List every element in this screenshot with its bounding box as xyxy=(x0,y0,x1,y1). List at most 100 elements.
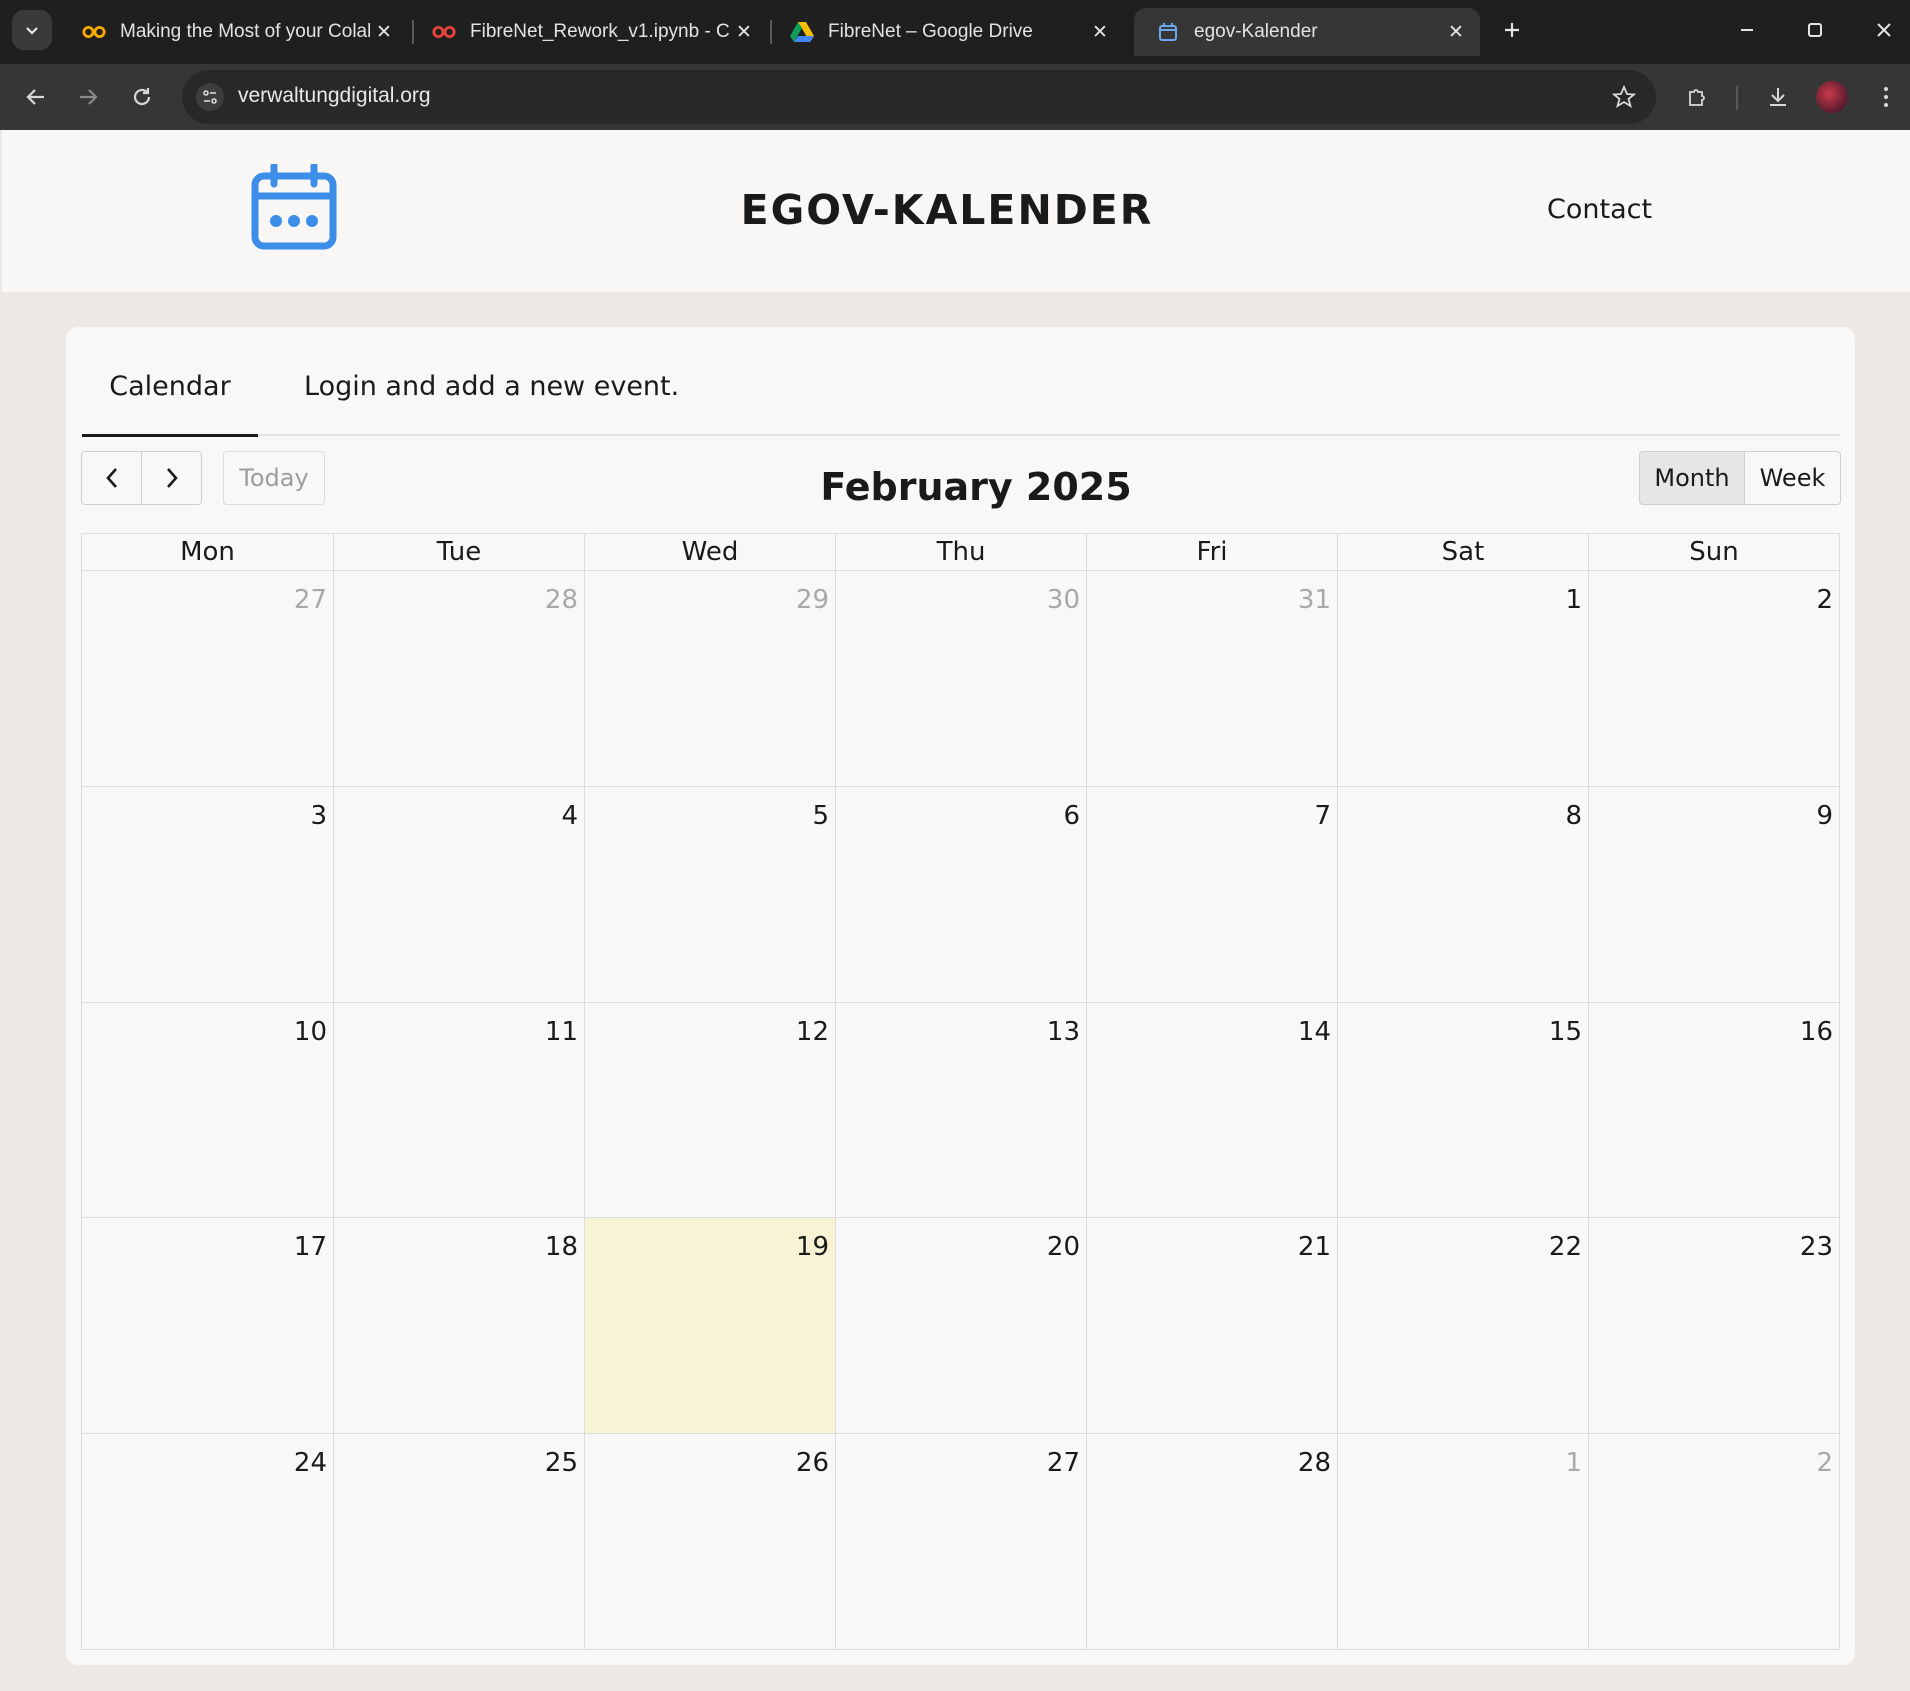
day-cell[interactable]: 18 xyxy=(333,1218,584,1434)
day-number[interactable]: 25 xyxy=(545,1448,578,1478)
day-number[interactable]: 12 xyxy=(796,1017,829,1047)
browser-tab[interactable]: Making the Most of your Colab ✕ xyxy=(60,8,408,56)
day-cell[interactable]: 20 xyxy=(835,1218,1086,1434)
month-view-button[interactable]: Month xyxy=(1639,451,1745,505)
day-number[interactable]: 3 xyxy=(310,801,327,831)
browser-menu-button[interactable] xyxy=(1866,77,1906,117)
day-cell[interactable]: 7 xyxy=(1086,786,1337,1002)
day-number[interactable]: 1 xyxy=(1565,585,1582,615)
tab-calendar[interactable]: Calendar xyxy=(82,371,258,437)
day-cell[interactable]: 1 xyxy=(1337,1434,1588,1650)
next-month-button[interactable] xyxy=(141,451,202,505)
close-window-button[interactable] xyxy=(1862,10,1906,50)
day-cell[interactable]: 29 xyxy=(584,571,835,786)
forward-button[interactable] xyxy=(68,77,108,117)
day-cell[interactable]: 25 xyxy=(333,1434,584,1650)
day-number[interactable]: 11 xyxy=(545,1017,578,1047)
day-number[interactable]: 20 xyxy=(1047,1232,1080,1262)
day-cell[interactable]: 11 xyxy=(333,1002,584,1218)
reload-button[interactable] xyxy=(122,77,162,117)
day-number[interactable]: 10 xyxy=(294,1017,327,1047)
day-cell[interactable]: 5 xyxy=(584,786,835,1002)
day-number[interactable]: 27 xyxy=(1047,1448,1080,1478)
extensions-button[interactable] xyxy=(1678,77,1718,117)
tab-search-button[interactable] xyxy=(12,10,52,50)
close-icon[interactable]: ✕ xyxy=(1086,18,1114,46)
day-number[interactable]: 26 xyxy=(796,1448,829,1478)
day-cell[interactable]: 24 xyxy=(82,1434,333,1650)
day-cell[interactable]: 12 xyxy=(584,1002,835,1218)
day-number[interactable]: 5 xyxy=(812,801,829,831)
day-cell[interactable]: 27 xyxy=(82,571,333,786)
day-number[interactable]: 16 xyxy=(1800,1017,1833,1047)
close-icon[interactable]: ✕ xyxy=(1442,18,1470,46)
day-number[interactable]: 2 xyxy=(1816,1448,1833,1478)
day-cell[interactable]: 15 xyxy=(1337,1002,1588,1218)
close-icon[interactable]: ✕ xyxy=(730,18,758,46)
browser-tab-active[interactable]: egov-Kalender ✕ xyxy=(1134,8,1480,56)
day-cell[interactable]: 27 xyxy=(835,1434,1086,1650)
day-cell[interactable]: 30 xyxy=(835,571,1086,786)
day-number[interactable]: 30 xyxy=(1047,585,1080,615)
day-number[interactable]: 7 xyxy=(1314,801,1331,831)
day-cell[interactable]: 10 xyxy=(82,1003,333,1218)
address-bar[interactable]: verwaltungdigital.org xyxy=(182,70,1656,124)
browser-tab[interactable]: FibreNet – Google Drive ✕ xyxy=(768,8,1124,56)
day-number[interactable]: 27 xyxy=(294,585,327,615)
day-number[interactable]: 14 xyxy=(1298,1017,1331,1047)
day-number[interactable]: 28 xyxy=(545,585,578,615)
day-number[interactable]: 4 xyxy=(561,801,578,831)
day-cell[interactable]: 28 xyxy=(1086,1434,1337,1650)
day-cell[interactable]: 3 xyxy=(82,787,333,1002)
day-cell[interactable]: 1 xyxy=(1337,571,1588,786)
day-cell[interactable]: 13 xyxy=(835,1002,1086,1218)
day-cell[interactable]: 28 xyxy=(333,571,584,786)
day-cell[interactable]: 16 xyxy=(1588,1002,1839,1218)
day-cell[interactable]: 31 xyxy=(1086,571,1337,786)
profile-avatar[interactable] xyxy=(1816,81,1848,113)
address-url[interactable]: verwaltungdigital.org xyxy=(238,84,431,108)
day-cell[interactable]: 21 xyxy=(1086,1218,1337,1434)
site-settings-icon[interactable] xyxy=(196,83,224,111)
minimize-window-button[interactable] xyxy=(1725,10,1769,50)
day-number[interactable]: 19 xyxy=(796,1232,829,1262)
day-cell[interactable]: 2 xyxy=(1588,1434,1839,1650)
day-number[interactable]: 28 xyxy=(1298,1448,1331,1478)
day-cell[interactable]: 2 xyxy=(1588,571,1839,786)
week-view-button[interactable]: Week xyxy=(1744,451,1841,505)
day-cell[interactable]: 6 xyxy=(835,786,1086,1002)
day-cell[interactable]: 4 xyxy=(333,786,584,1002)
day-number[interactable]: 24 xyxy=(294,1448,327,1478)
day-cell-today[interactable]: 19 xyxy=(584,1218,835,1434)
close-icon[interactable]: ✕ xyxy=(370,18,398,46)
day-number[interactable]: 9 xyxy=(1816,801,1833,831)
bookmark-star-icon[interactable] xyxy=(1610,83,1638,111)
contact-link[interactable]: Contact xyxy=(1547,194,1652,225)
day-cell[interactable]: 23 xyxy=(1588,1218,1839,1434)
day-number[interactable]: 17 xyxy=(294,1232,327,1262)
day-number[interactable]: 18 xyxy=(545,1232,578,1262)
day-number[interactable]: 21 xyxy=(1298,1232,1331,1262)
day-number[interactable]: 2 xyxy=(1816,585,1833,615)
day-number[interactable]: 15 xyxy=(1549,1017,1582,1047)
tab-login-add-event[interactable]: Login and add a new event. xyxy=(304,371,679,402)
day-number[interactable]: 8 xyxy=(1565,801,1582,831)
day-number[interactable]: 6 xyxy=(1063,801,1080,831)
day-number[interactable]: 22 xyxy=(1549,1232,1582,1262)
day-number[interactable]: 1 xyxy=(1565,1448,1582,1478)
back-button[interactable] xyxy=(16,77,56,117)
day-cell[interactable]: 22 xyxy=(1337,1218,1588,1434)
day-cell[interactable]: 9 xyxy=(1588,786,1839,1002)
day-cell[interactable]: 26 xyxy=(584,1434,835,1650)
day-number[interactable]: 23 xyxy=(1800,1232,1833,1262)
prev-month-button[interactable] xyxy=(81,451,142,505)
day-cell[interactable]: 17 xyxy=(82,1218,333,1433)
day-number[interactable]: 13 xyxy=(1047,1017,1080,1047)
day-cell[interactable]: 14 xyxy=(1086,1002,1337,1218)
day-number[interactable]: 31 xyxy=(1298,585,1331,615)
today-button[interactable]: Today xyxy=(223,451,325,505)
day-number[interactable]: 29 xyxy=(796,585,829,615)
day-cell[interactable]: 8 xyxy=(1337,786,1588,1002)
maximize-window-button[interactable] xyxy=(1793,10,1837,50)
downloads-button[interactable] xyxy=(1758,77,1798,117)
